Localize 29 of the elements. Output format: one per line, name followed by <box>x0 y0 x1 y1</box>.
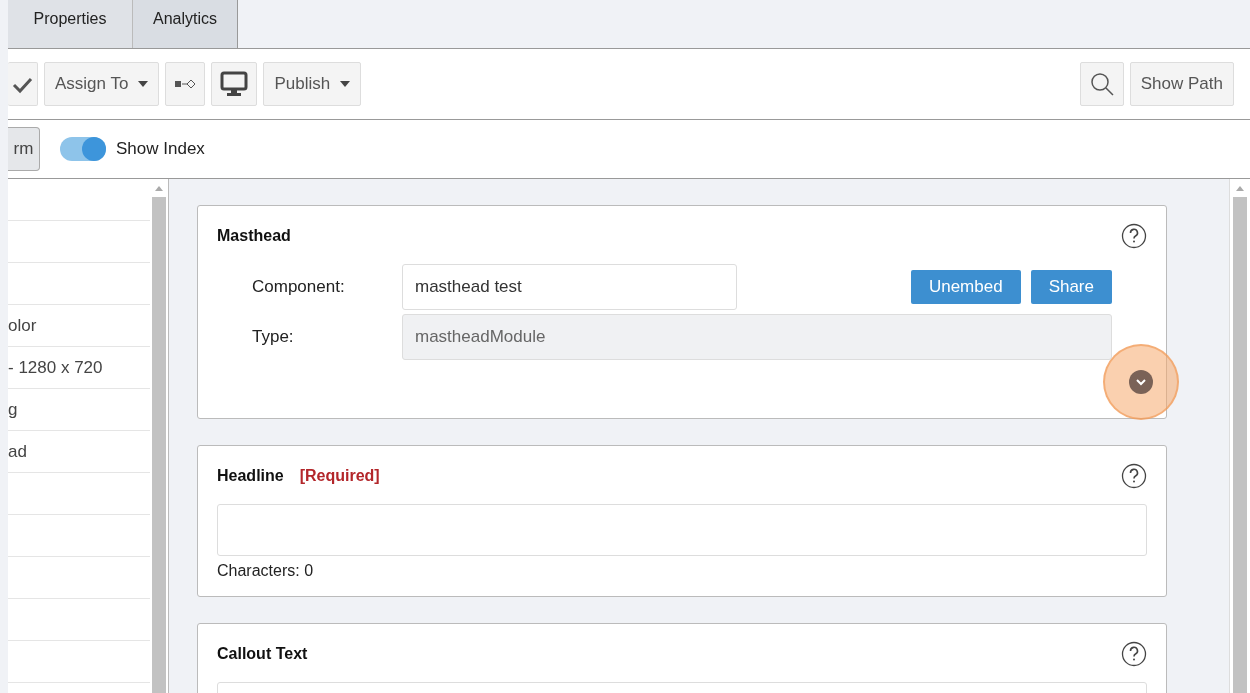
section-title: Callout Text <box>217 645 308 663</box>
component-field[interactable]: masthead test <box>402 264 737 310</box>
help-icon[interactable] <box>1121 223 1147 249</box>
type-field: mastheadModule <box>402 314 1112 360</box>
help-icon[interactable] <box>1121 463 1147 489</box>
character-counter: Characters: 0 <box>217 562 315 580</box>
expand-icon[interactable] <box>1129 370 1153 394</box>
text-field[interactable] <box>217 504 1147 556</box>
toggle-switch[interactable] <box>60 137 106 161</box>
section-title: Headline <box>217 467 284 485</box>
assign-to-button[interactable]: Assign To <box>44 62 160 106</box>
section-title: Masthead <box>217 227 291 245</box>
help-icon[interactable] <box>1121 641 1147 667</box>
publish-button[interactable]: Publish <box>263 62 362 106</box>
caret-icon <box>138 81 149 87</box>
tab[interactable]: Properties <box>8 0 133 48</box>
field-label: Type: <box>252 327 295 347</box>
search-icon[interactable] <box>1079 62 1124 106</box>
monitor-icon[interactable] <box>211 62 258 106</box>
caret-icon <box>340 81 351 87</box>
workflow-icon[interactable] <box>165 62 206 106</box>
tab[interactable]: Analytics <box>133 0 239 48</box>
show-path-button[interactable]: Show Path <box>1129 62 1234 106</box>
form-button[interactable]: rm <box>8 127 40 171</box>
field-label: Component: <box>252 277 346 297</box>
scrollbar[interactable] <box>150 179 169 693</box>
toggle-label: Show Index <box>116 139 205 159</box>
scrollbar[interactable] <box>1229 179 1250 693</box>
required-label: [Required] <box>299 467 380 485</box>
